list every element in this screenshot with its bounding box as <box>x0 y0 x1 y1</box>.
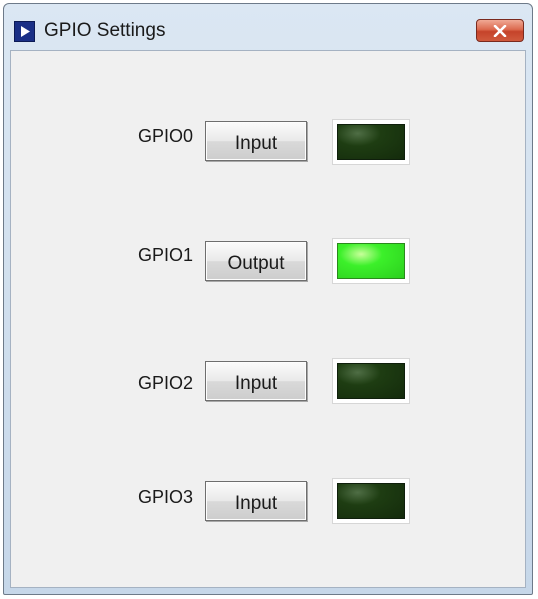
settings-panel: GPIO0 Input GPIO1 Output GPIO2 Input GPI… <box>10 50 526 588</box>
close-button[interactable] <box>476 19 524 42</box>
gpio2-label: GPIO2 <box>138 373 194 393</box>
gpio3-mode-button[interactable]: Input <box>205 481 307 521</box>
gpio1-led-indicator <box>333 239 409 283</box>
gpio1-mode-button[interactable]: Output <box>205 241 307 281</box>
gpio3-label: GPIO3 <box>138 487 194 507</box>
window-title: GPIO Settings <box>44 20 166 41</box>
gpio0-mode-button[interactable]: Input <box>205 121 307 161</box>
app-icon <box>14 21 35 42</box>
gpio0-label: GPIO0 <box>138 126 194 146</box>
gpio1-label: GPIO1 <box>138 245 194 265</box>
gpio2-mode-button[interactable]: Input <box>205 361 307 401</box>
gpio3-led-indicator <box>333 479 409 523</box>
gpio-settings-window: GPIO Settings GPIO0 Input GPIO1 Output G… <box>3 3 533 595</box>
title-bar[interactable]: GPIO Settings <box>4 4 532 48</box>
close-icon <box>493 25 507 37</box>
gpio2-led-indicator <box>333 359 409 403</box>
gpio0-led-indicator <box>333 120 409 164</box>
